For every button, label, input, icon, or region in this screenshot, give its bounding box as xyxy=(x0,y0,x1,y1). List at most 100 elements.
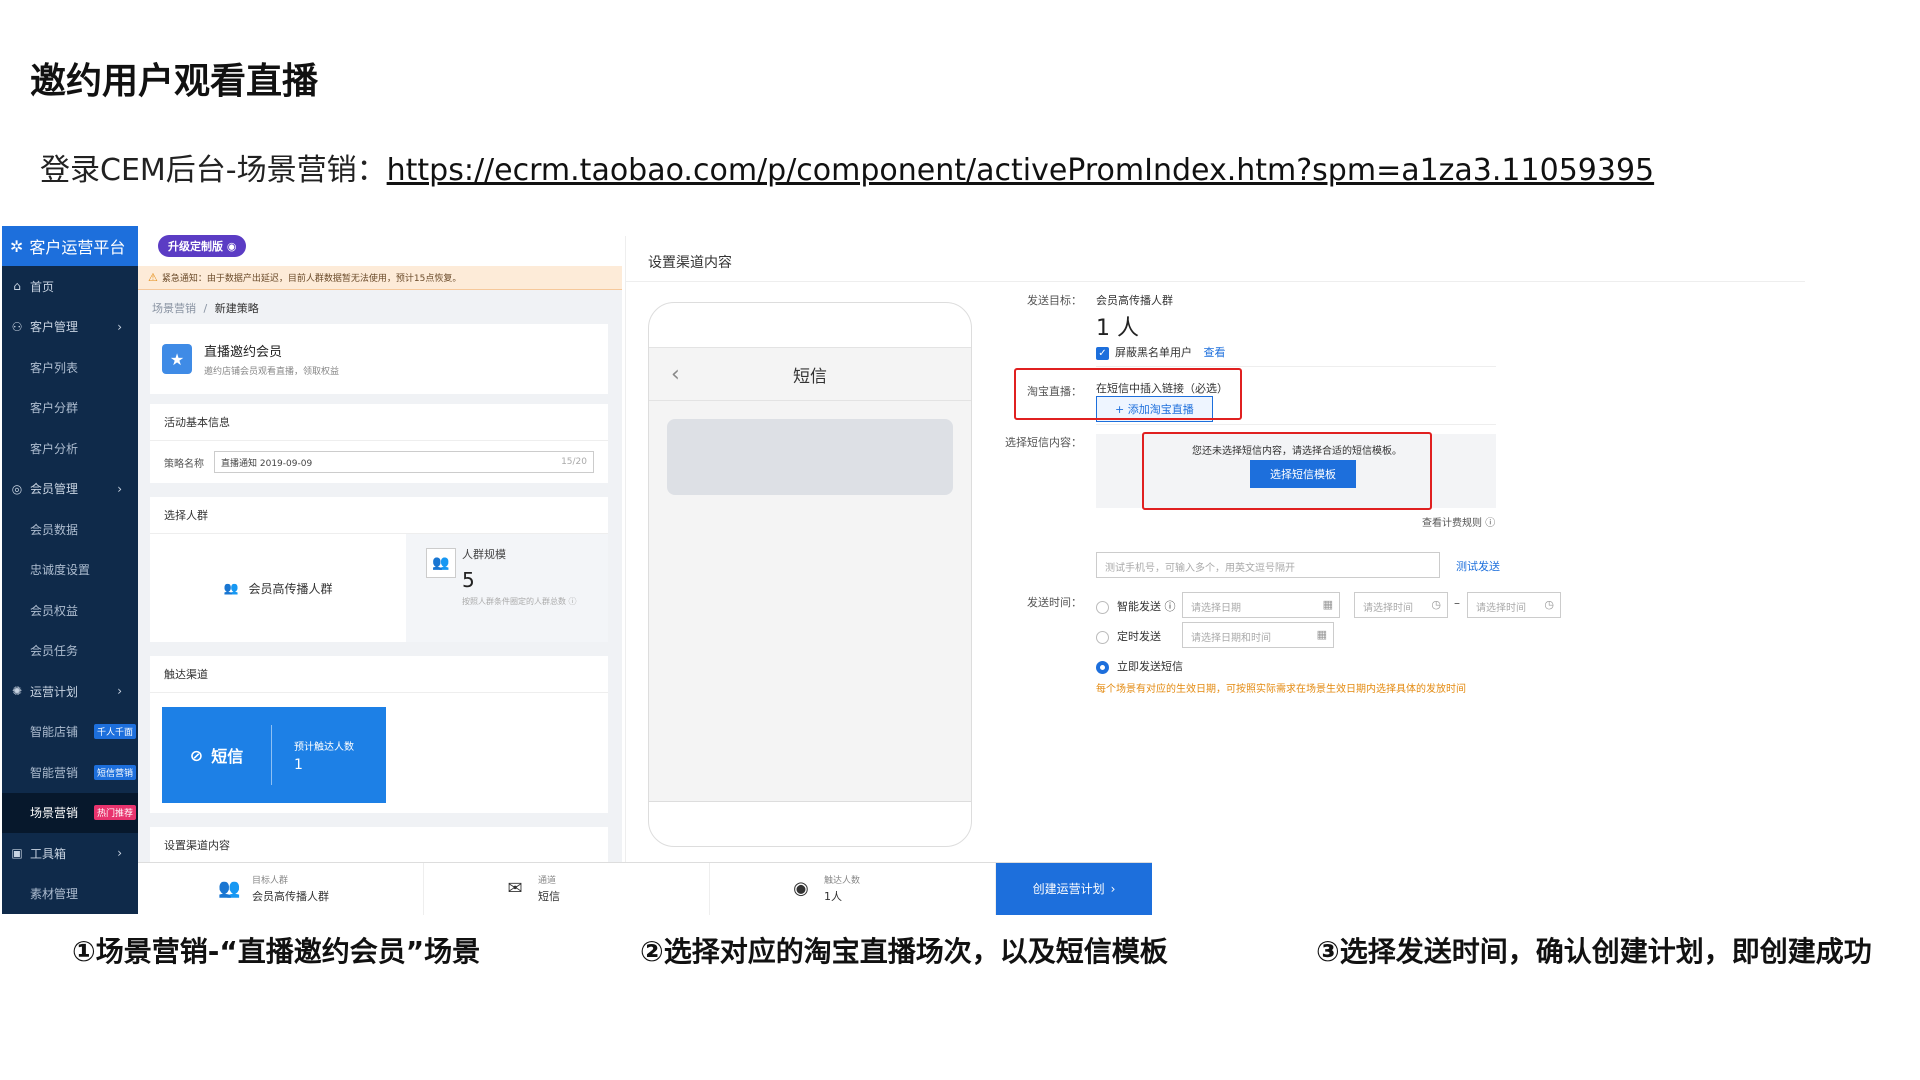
sidebar-item-tag: 热门推荐 xyxy=(94,805,137,821)
chevron-right-icon: › xyxy=(1110,881,1116,896)
scheduled-datetime-select[interactable]: 请选择日期和时间 ▦ xyxy=(1182,622,1334,648)
strategy-name-input[interactable]: 直播通知 2019-09-09 15/20 xyxy=(214,451,594,473)
calendar-icon: ▦ xyxy=(1322,598,1333,611)
option-smart-send[interactable]: 智能发送 ⓘ xyxy=(1096,598,1176,614)
clock-icon: ◷ xyxy=(1431,598,1441,611)
sidebar-item-label: 场景营销 xyxy=(30,806,79,821)
login-url-link[interactable]: https://ecrm.taobao.com/p/component/acti… xyxy=(387,153,1655,188)
sidebar-item[interactable]: 会员权益 xyxy=(2,590,138,631)
content-title: 设置渠道内容 xyxy=(164,839,230,852)
option-scheduled-send[interactable]: 定时发送 xyxy=(1096,628,1161,644)
live-invite-icon: ★ xyxy=(162,344,192,374)
basic-info-card: 活动基本信息 策略名称 直播通知 2019-09-09 15/20 xyxy=(150,404,608,483)
crowd-title: 选择人群 xyxy=(150,497,608,534)
blacklist-view-link[interactable]: 查看 xyxy=(1204,346,1226,359)
highlight-template-box xyxy=(1142,432,1432,510)
smart-time-start-select[interactable]: 请选择时间 ◷ xyxy=(1354,592,1448,618)
strategy-card: ★ 直播邀约会员 邀约店铺会员观看直播，领取权益 xyxy=(150,324,608,394)
help-icon: ⓘ xyxy=(1485,518,1496,529)
crowd-size-value: 5 xyxy=(462,568,475,592)
reach-label: 预计触达人数 xyxy=(294,741,354,753)
channel-panel-title: 设置渠道内容 xyxy=(626,236,1805,282)
people-group-icon: 👥 xyxy=(218,878,241,899)
sidebar-item[interactable]: ✺ 运营计划 › xyxy=(2,671,138,712)
warning-icon: ⚠ xyxy=(148,271,158,284)
sidebar-item[interactable]: 素材管理 xyxy=(2,874,138,915)
console-screenshot: ✲ 客户运营平台 ⌂ 首页 ⚇ 客户管理 › 客户列表 客户分群 客户分析 ◎ 会员管理 › 会员数据… xyxy=(2,226,622,914)
breadcrumb-separator: / xyxy=(203,302,208,315)
send-time-warning: 每个场景有对应的生效日期，可按照实际需求在场景生效日期内选择具体的发放时间 xyxy=(1096,684,1466,695)
sidebar-item-tag: 千人千面 xyxy=(94,724,137,740)
sidebar-brand[interactable]: ✲ 客户运营平台 xyxy=(2,226,138,266)
smart-time-end-select[interactable]: 请选择时间 ◷ xyxy=(1467,592,1561,618)
alert-text: 紧急通知：由于数据产出延迟，目前人群数据暂无法使用，预计15点恢复。 xyxy=(161,274,462,284)
caption-step-2: ②选择对应的淘宝直播场次，以及短信模板 xyxy=(640,935,1168,968)
sidebar-item-label: 会员管理 xyxy=(30,482,79,497)
chevron-right-icon: › xyxy=(117,684,122,699)
breadcrumb: 场景营销 / 新建策略 xyxy=(138,290,622,324)
bottom-target-value: 会员高传播人群 xyxy=(252,890,329,903)
sidebar-item[interactable]: ⌂ 首页 xyxy=(2,266,138,307)
sidebar-item[interactable]: 客户分群 xyxy=(2,388,138,429)
name-row: 策略名称 直播通知 2019-09-09 15/20 xyxy=(150,441,608,483)
people-group-icon: 👥 xyxy=(223,581,239,595)
brand-label: 客户运营平台 xyxy=(29,238,126,257)
bottom-reach-value: 1人 xyxy=(824,890,842,903)
sidebar-item[interactable]: 场景营销 热门推荐 xyxy=(2,792,138,833)
blacklist-checkbox[interactable]: ✓ xyxy=(1096,346,1109,360)
sidebar-item-label: 智能营销 xyxy=(30,765,79,780)
upgrade-button[interactable]: 升级定制版 ◉ xyxy=(158,235,247,257)
crowd-option[interactable]: 👥 会员高传播人群 xyxy=(150,534,406,642)
billing-rule-link[interactable]: 查看计费规则 ⓘ xyxy=(1422,514,1495,529)
smart-date-select[interactable]: 请选择日期 ▦ xyxy=(1182,592,1340,618)
back-chevron-icon[interactable]: ‹ xyxy=(671,362,680,387)
strategy-desc: 邀约店铺会员观看直播，领取权益 xyxy=(204,367,340,377)
send-target-value: 会员高传播人群 xyxy=(1096,294,1173,307)
sidebar-item[interactable]: 智能店铺 千人千面 xyxy=(2,712,138,753)
option-send-now[interactable]: 立即发送短信 xyxy=(1096,658,1183,674)
sidebar-item-label: 会员权益 xyxy=(30,603,79,618)
create-plan-button[interactable]: 创建运营计划 › xyxy=(996,862,1152,915)
sidebar-item-label: 客户分析 xyxy=(30,441,79,456)
chevron-right-icon: › xyxy=(117,481,122,496)
chevron-right-icon: › xyxy=(117,846,122,861)
radio-scheduled[interactable] xyxy=(1096,630,1109,644)
crowd-size-panel: 👥 人群规模 5 按照人群条件圈定的人群总数 ⓘ xyxy=(406,534,608,642)
sidebar-item[interactable]: ⚇ 客户管理 › xyxy=(2,307,138,348)
crowd-card: 选择人群 👥 会员高传播人群 👥 人群规模 5 按照人群条件圈定的人群总数 ⓘ xyxy=(150,497,608,642)
bottom-channel-segment: ✉ 通道 短信 xyxy=(424,862,710,915)
bulb-icon: ✺ xyxy=(11,684,23,699)
sidebar-item[interactable]: 客户列表 xyxy=(2,347,138,388)
content-card: 设置渠道内容 xyxy=(150,827,608,867)
login-prefix: 登录CEM后台-场景营销： xyxy=(40,153,387,188)
envelope-icon: ✉ xyxy=(507,878,523,899)
sidebar-item[interactable]: ▣ 工具箱 › xyxy=(2,833,138,874)
sidebar-item-label: 会员任务 xyxy=(30,644,79,659)
test-send-button[interactable]: 测试发送 xyxy=(1456,558,1500,574)
clock-icon: ◷ xyxy=(1544,598,1554,611)
sidebar-item[interactable]: 会员任务 xyxy=(2,631,138,672)
test-phone-input[interactable]: 测试手机号，可输入多个，用英文逗号隔开 xyxy=(1096,552,1440,578)
caption-step-3: ③选择发送时间，确认创建计划，即创建成功 xyxy=(1316,935,1872,968)
sidebar-item[interactable]: 忠诚度设置 xyxy=(2,550,138,591)
radio-send-now[interactable] xyxy=(1096,660,1109,674)
upgrade-dot-icon: ◉ xyxy=(226,240,237,253)
login-instruction: 登录CEM后台-场景营销：https://ecrm.taobao.com/p/c… xyxy=(40,145,1654,189)
sidebar: ✲ 客户运营平台 ⌂ 首页 ⚇ 客户管理 › 客户列表 客户分群 客户分析 ◎ 会员管理 › 会员数据… xyxy=(2,226,138,914)
channel-title: 触达渠道 xyxy=(150,656,608,693)
phone-preview-title: 短信 xyxy=(793,366,827,387)
sidebar-item[interactable]: 智能营销 短信营销 xyxy=(2,752,138,793)
sidebar-item[interactable]: 会员数据 xyxy=(2,509,138,550)
sms-channel-tile[interactable]: ⊘ 短信 预计触达人数 1 xyxy=(162,707,386,803)
strategy-title: 直播邀约会员 xyxy=(204,345,283,360)
sidebar-item[interactable]: ◎ 会员管理 › xyxy=(2,469,138,510)
breadcrumb-root[interactable]: 场景营销 xyxy=(152,302,196,315)
sidebar-item[interactable]: 客户分析 xyxy=(2,428,138,469)
phone-preview: ‹ 短信 xyxy=(648,302,972,847)
radio-smart[interactable] xyxy=(1096,600,1109,614)
channel-card: 触达渠道 ⊘ 短信 预计触达人数 1 xyxy=(150,656,608,813)
bottom-channel-label: 通道 xyxy=(538,876,557,886)
crowd-name: 会员高传播人群 xyxy=(248,581,333,596)
help-icon[interactable]: ⓘ xyxy=(569,597,577,606)
name-label: 策略名称 xyxy=(164,458,204,470)
